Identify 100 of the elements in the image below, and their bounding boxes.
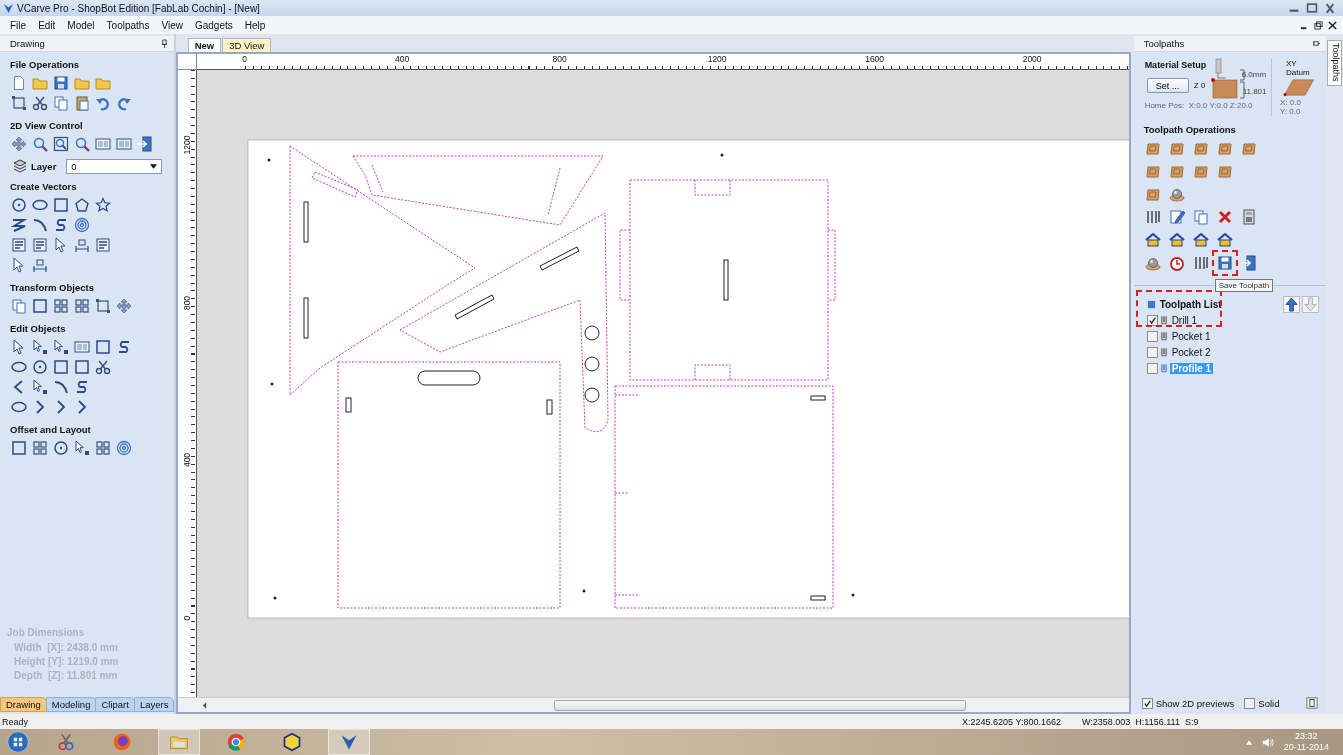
node-icon[interactable]	[32, 379, 48, 395]
scroll-left-icon[interactable]	[201, 701, 207, 709]
grid-icon[interactable]	[53, 298, 69, 314]
window-icon[interactable]	[116, 136, 132, 152]
speaker-icon[interactable]	[1261, 736, 1274, 748]
grid-icon[interactable]	[95, 440, 111, 456]
panel-toggle-icon[interactable]	[1306, 697, 1319, 709]
square-icon[interactable]	[11, 440, 27, 456]
wood-block-icon[interactable]	[1192, 140, 1209, 156]
restore-icon[interactable]	[1314, 20, 1323, 30]
arc-icon[interactable]	[53, 379, 69, 395]
pentagon-icon[interactable]	[74, 197, 90, 213]
undo-icon[interactable]	[95, 95, 111, 111]
panel-tab[interactable]: Clipart	[95, 697, 135, 712]
square-icon[interactable]	[53, 197, 69, 213]
zigzag-icon[interactable]	[11, 217, 27, 233]
drill-bits-icon[interactable]	[1192, 255, 1209, 271]
node-icon[interactable]	[74, 440, 90, 456]
dimension-icon[interactable]	[32, 257, 48, 273]
set-button[interactable]: Set ...	[1146, 78, 1189, 93]
s-curve-icon[interactable]	[74, 379, 90, 395]
magnifier-icon[interactable]	[74, 136, 90, 152]
s-curve-icon[interactable]	[116, 339, 132, 355]
checkbox[interactable]	[1146, 330, 1158, 342]
cross-icon[interactable]	[1216, 209, 1233, 225]
spiral-icon[interactable]	[74, 217, 90, 233]
checkbox[interactable]	[1141, 697, 1153, 709]
menu-item[interactable]: File	[4, 19, 33, 31]
maximize-icon[interactable]	[1305, 2, 1319, 14]
grid-icon[interactable]	[74, 298, 90, 314]
circle-icon[interactable]	[53, 440, 69, 456]
wood-block-icon[interactable]	[1168, 163, 1185, 179]
grid-icon[interactable]	[32, 440, 48, 456]
magnifier-icon[interactable]	[32, 136, 48, 152]
frame-icon[interactable]	[95, 298, 111, 314]
checkbox[interactable]	[1244, 697, 1256, 709]
text-box-icon[interactable]	[32, 237, 48, 253]
copy-icon[interactable]	[53, 95, 69, 111]
menu-item[interactable]: Edit	[32, 19, 62, 31]
ellipse-icon[interactable]	[11, 399, 27, 415]
window-icon[interactable]	[74, 339, 90, 355]
house-icon[interactable]	[1168, 232, 1185, 248]
node-icon[interactable]	[32, 339, 48, 355]
side-tab[interactable]: Toolpaths	[1327, 40, 1342, 86]
menu-item[interactable]: Model	[61, 19, 101, 31]
document-icon[interactable]	[11, 75, 27, 91]
text-box-icon[interactable]	[11, 237, 27, 253]
ellipse-icon[interactable]	[11, 359, 27, 375]
square-icon[interactable]	[32, 298, 48, 314]
door-icon[interactable]	[137, 136, 153, 152]
pencil-icon[interactable]	[1168, 209, 1185, 225]
circle-icon[interactable]	[32, 359, 48, 375]
drill-bits-icon[interactable]	[1144, 209, 1161, 225]
sphere-icon[interactable]	[1168, 186, 1185, 202]
frame-icon[interactable]	[11, 95, 27, 111]
checkbox[interactable]	[1146, 314, 1158, 326]
circle-icon[interactable]	[11, 197, 27, 213]
wood-block-icon[interactable]	[1144, 140, 1161, 156]
s-curve-icon[interactable]	[53, 217, 69, 233]
menu-item[interactable]: Toolpaths	[100, 19, 156, 31]
document-tab[interactable]: 3D View	[222, 38, 272, 52]
document-tab[interactable]: New	[187, 38, 222, 52]
sphere-icon[interactable]	[1144, 255, 1161, 271]
house-icon[interactable]	[1192, 232, 1209, 248]
toolpath-item[interactable]: Pocket 2	[1169, 346, 1213, 358]
wood-block-icon[interactable]	[1216, 163, 1233, 179]
menu-item[interactable]: View	[155, 19, 189, 31]
redo-icon[interactable]	[116, 95, 132, 111]
clock-icon[interactable]	[1168, 255, 1185, 271]
house-icon[interactable]	[1144, 232, 1161, 248]
node-icon[interactable]	[53, 339, 69, 355]
checkbox[interactable]	[1146, 346, 1158, 358]
toolpath-item[interactable]: Drill 1	[1169, 314, 1200, 326]
ellipse-icon[interactable]	[32, 197, 48, 213]
scissors-icon[interactable]	[95, 359, 111, 375]
calculator-icon[interactable]	[1240, 209, 1257, 225]
wood-block-icon[interactable]	[1216, 140, 1233, 156]
tray-arrow-icon[interactable]	[1245, 739, 1252, 745]
checkbox[interactable]	[1146, 362, 1158, 374]
start-button[interactable]	[6, 730, 30, 754]
toolpath-item[interactable]: Pocket 1	[1169, 330, 1213, 342]
menu-item[interactable]: Gadgets	[188, 19, 239, 31]
wood-block-icon[interactable]	[1192, 163, 1209, 179]
spiral-icon[interactable]	[116, 440, 132, 456]
datum-plate-icon[interactable]	[1280, 79, 1318, 96]
v-logo-icon[interactable]	[328, 729, 370, 755]
panel-tab[interactable]: Drawing	[0, 697, 47, 712]
wood-block-icon[interactable]	[1168, 140, 1185, 156]
square-icon[interactable]	[74, 359, 90, 375]
text-box-icon[interactable]	[95, 237, 111, 253]
close-icon[interactable]	[1328, 20, 1337, 30]
clipboard-icon[interactable]	[74, 95, 90, 111]
house-icon[interactable]	[1216, 232, 1233, 248]
arc-icon[interactable]	[32, 217, 48, 233]
pin-icon[interactable]	[160, 39, 168, 48]
door-icon[interactable]	[1240, 255, 1257, 271]
square-icon[interactable]	[53, 359, 69, 375]
copy-icon[interactable]	[11, 298, 27, 314]
menu-item[interactable]: Help	[238, 19, 272, 31]
layer-dropdown[interactable]: 0	[66, 158, 163, 174]
